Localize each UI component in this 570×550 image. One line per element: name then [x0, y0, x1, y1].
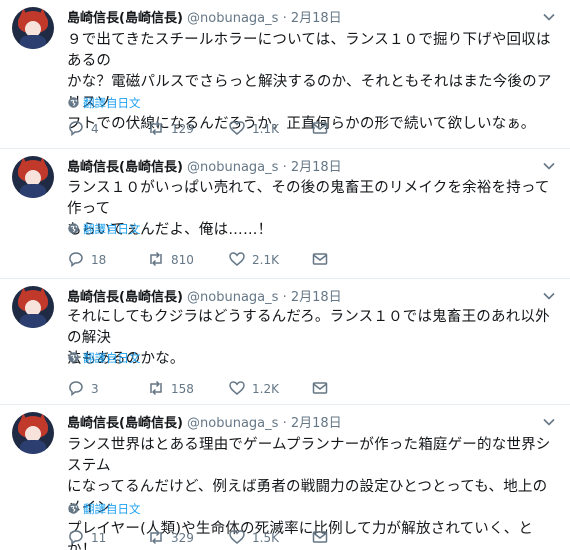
tweet-text-line: ランス１０がいっぱい売れて、その後の鬼畜王のリメイクを余裕を持って作って: [67, 180, 550, 217]
like-icon: [229, 530, 245, 544]
retweet-icon: [150, 529, 162, 545]
direct-message-button[interactable]: [311, 250, 335, 270]
user-handle[interactable]: @nobunaga_s: [187, 11, 278, 26]
tweet-date[interactable]: 2月18日: [291, 11, 342, 26]
separator-dot: ·: [282, 290, 287, 305]
retweet-button[interactable]: 158: [147, 379, 194, 399]
globe-icon: [68, 223, 79, 234]
translate-link[interactable]: 翻譯自日文: [67, 350, 141, 366]
tweet-header: 島崎信長(島崎信長) @nobunaga_s · 2月18日: [67, 159, 342, 177]
tweet-header: 島崎信長(島崎信長) @nobunaga_s · 2月18日: [67, 10, 342, 28]
direct-message-button[interactable]: [311, 119, 335, 139]
tweet-date[interactable]: 2月18日: [291, 160, 342, 175]
avatar[interactable]: [12, 286, 54, 328]
tweet[interactable]: 島崎信長(島崎信長) @nobunaga_s · 2月18日 ９で出てきたスチー…: [0, 0, 570, 149]
like-button[interactable]: 1.2K: [228, 379, 279, 399]
like-count: 1.5K: [252, 531, 279, 545]
like-button[interactable]: 2.1K: [228, 250, 279, 270]
tweet[interactable]: 島崎信長(島崎信長) @nobunaga_s · 2月18日 ランス世界はとある…: [0, 405, 570, 550]
separator-dot: ·: [282, 11, 287, 26]
direct-message-icon: [312, 382, 328, 394]
direct-message-button[interactable]: [311, 379, 335, 399]
chevron-down-icon[interactable]: [542, 289, 556, 303]
tweet-date[interactable]: 2月18日: [291, 290, 342, 305]
direct-message-button[interactable]: [311, 528, 335, 548]
translate-link[interactable]: 翻譯自日文: [67, 95, 141, 111]
retweet-count: 329: [171, 531, 194, 545]
tweet-text-line: ランス世界はとある理由でゲームプランナーが作った箱庭ゲー的な世界システム: [67, 437, 551, 474]
tweet-header: 島崎信長(島崎信長) @nobunaga_s · 2月18日: [67, 289, 342, 307]
reply-count: 4: [91, 122, 99, 136]
display-name[interactable]: 島崎信長(島崎信長): [67, 11, 183, 26]
translate-label[interactable]: 翻譯自日文: [83, 222, 141, 236]
translate-link[interactable]: 翻譯自日文: [67, 501, 141, 517]
tweet-actions: 4 129 1.1K: [67, 119, 447, 139]
like-count: 1.1K: [252, 122, 279, 136]
tweet-header: 島崎信長(島崎信長) @nobunaga_s · 2月18日: [67, 415, 342, 433]
tweet[interactable]: 島崎信長(島崎信長) @nobunaga_s · 2月18日 それにしてもクジラ…: [0, 279, 570, 405]
globe-icon: [68, 352, 79, 363]
tweet-text-line: それにしてもクジラはどうするんだろ。ランス１０では鬼畜王のあれ以外の解決: [67, 309, 550, 346]
chevron-down-icon[interactable]: [542, 159, 556, 173]
retweet-count: 810: [171, 253, 194, 267]
chevron-down-icon[interactable]: [542, 10, 556, 24]
globe-icon: [68, 503, 79, 514]
reply-button[interactable]: 3: [67, 379, 99, 399]
chevron-down-icon[interactable]: [542, 415, 556, 429]
direct-message-icon: [312, 531, 328, 543]
like-button[interactable]: 1.1K: [228, 119, 279, 139]
direct-message-icon: [312, 253, 328, 265]
reply-icon: [69, 381, 83, 397]
retweet-button[interactable]: 810: [147, 250, 194, 270]
reply-icon: [69, 121, 83, 137]
tweet-actions: 11 329 1.5K: [67, 528, 447, 548]
avatar[interactable]: [12, 156, 54, 198]
reply-count: 11: [91, 531, 107, 545]
user-handle[interactable]: @nobunaga_s: [187, 416, 278, 431]
separator-dot: ·: [282, 416, 287, 431]
like-icon: [229, 381, 245, 395]
retweet-count: 129: [171, 122, 194, 136]
retweet-icon: [150, 120, 162, 136]
translate-label[interactable]: 翻譯自日文: [83, 502, 141, 516]
retweet-button[interactable]: 129: [147, 119, 194, 139]
like-icon: [229, 252, 245, 266]
separator-dot: ·: [282, 160, 287, 175]
avatar[interactable]: [12, 412, 54, 454]
translate-label[interactable]: 翻譯自日文: [83, 96, 141, 110]
reply-icon: [69, 530, 83, 546]
display-name[interactable]: 島崎信長(島崎信長): [67, 416, 183, 431]
reply-button[interactable]: 4: [67, 119, 99, 139]
avatar[interactable]: [12, 7, 54, 49]
reply-icon: [69, 252, 83, 268]
retweet-count: 158: [171, 382, 194, 396]
tweet[interactable]: 島崎信長(島崎信長) @nobunaga_s · 2月18日 ランス１０がいっぱ…: [0, 149, 570, 279]
like-button[interactable]: 1.5K: [228, 528, 279, 548]
timeline: 島崎信長(島崎信長) @nobunaga_s · 2月18日 ９で出てきたスチー…: [0, 0, 570, 550]
direct-message-icon: [312, 122, 328, 134]
retweet-button[interactable]: 329: [147, 528, 194, 548]
display-name[interactable]: 島崎信長(島崎信長): [67, 160, 183, 175]
reply-button[interactable]: 18: [67, 250, 106, 270]
like-count: 2.1K: [252, 253, 279, 267]
tweet-actions: 18 810 2.1K: [67, 250, 447, 270]
retweet-icon: [150, 380, 162, 396]
reply-count: 18: [91, 253, 107, 267]
translate-link[interactable]: 翻譯自日文: [67, 221, 141, 237]
tweet-actions: 3 158 1.2K: [67, 379, 447, 399]
translate-label[interactable]: 翻譯自日文: [83, 351, 141, 365]
globe-icon: [68, 97, 79, 108]
like-count: 1.2K: [252, 382, 279, 396]
tweet-date[interactable]: 2月18日: [291, 416, 342, 431]
reply-button[interactable]: 11: [67, 528, 106, 548]
display-name[interactable]: 島崎信長(島崎信長): [67, 290, 183, 305]
tweet-text-line: ９で出てきたスチールホラーについては、ランス１０で掘り下げや回収はあるの: [67, 32, 551, 69]
retweet-icon: [150, 251, 162, 267]
like-icon: [229, 121, 245, 135]
user-handle[interactable]: @nobunaga_s: [187, 160, 278, 175]
reply-count: 3: [91, 382, 99, 396]
user-handle[interactable]: @nobunaga_s: [187, 290, 278, 305]
